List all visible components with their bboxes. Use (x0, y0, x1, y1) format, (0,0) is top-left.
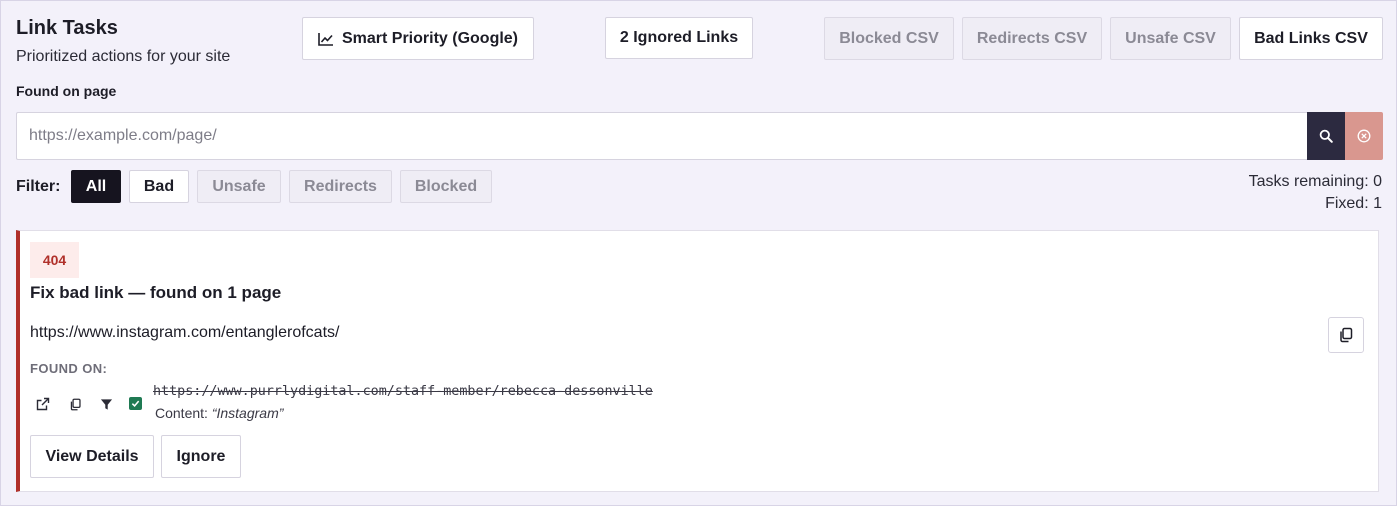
copy-icon (70, 398, 81, 410)
content-label: Content: (155, 405, 208, 421)
copy-page-url-button[interactable] (67, 396, 83, 412)
link-content: Content: “Instagram” (155, 405, 283, 421)
view-details-button[interactable]: View Details (30, 435, 154, 478)
clear-circle-icon (1357, 129, 1371, 143)
filter-unsafe-button[interactable]: Unsafe (197, 170, 281, 203)
found-on-page-url: https://www.purrlydigital.com/staff-memb… (153, 384, 653, 399)
redirects-csv-label: Redirects CSV (976, 29, 1088, 47)
redirects-csv-button[interactable]: Redirects CSV (962, 17, 1102, 60)
found-on-label: FOUND ON: (30, 361, 108, 376)
view-details-label: View Details (45, 447, 139, 465)
filter-blocked-label: Blocked (414, 177, 478, 195)
checkbox-checked-icon (131, 400, 140, 407)
page-title: Link Tasks (16, 17, 118, 39)
blocked-csv-label: Blocked CSV (839, 29, 939, 47)
filter-unsafe-label: Unsafe (212, 177, 266, 195)
search-icon (1319, 129, 1333, 143)
tasks-remaining: Tasks remaining: 0 (1248, 173, 1382, 190)
copy-icon (1340, 327, 1353, 343)
unsafe-csv-button[interactable]: Unsafe CSV (1110, 17, 1231, 60)
status-code-badge: 404 (30, 242, 79, 278)
open-page-button[interactable] (35, 396, 51, 412)
filter-all-label: All (85, 177, 107, 195)
ignore-label: Ignore (176, 447, 226, 465)
page-checkbox[interactable] (129, 397, 142, 410)
found-on-page-label: Found on page (16, 83, 117, 99)
fixed-count: Fixed: 1 (1325, 195, 1382, 212)
unsafe-csv-label: Unsafe CSV (1125, 29, 1216, 47)
filter-bad-label: Bad (143, 177, 175, 195)
broken-link-url: https://www.instagram.com/entanglerofcat… (30, 324, 340, 341)
filter-blocked-button[interactable]: Blocked (400, 170, 492, 203)
found-on-page-input[interactable] (16, 112, 1307, 160)
bad-links-csv-label: Bad Links CSV (1254, 29, 1368, 47)
trend-line-icon (318, 32, 333, 46)
smart-priority-label: Smart Priority (Google) (341, 29, 519, 47)
filter-by-page-button[interactable] (98, 396, 114, 412)
content-text: “Instagram” (211, 405, 284, 421)
filter-label: Filter: (16, 178, 61, 195)
smart-priority-button[interactable]: Smart Priority (Google) (302, 17, 534, 60)
task-stats: Tasks remaining: 0 Fixed: 1 (1249, 171, 1382, 215)
filter-all-button[interactable]: All (71, 170, 121, 203)
filter-icon (100, 398, 112, 410)
ignored-links-label: 2 Ignored Links (619, 29, 739, 46)
task-card: 404 Fix bad link — found on 1 page https… (16, 230, 1379, 492)
ignored-links-button[interactable]: 2 Ignored Links (605, 17, 753, 59)
copy-url-button[interactable] (1328, 317, 1364, 353)
task-title: Fix bad link — found on 1 page (30, 283, 282, 302)
filter-redirects-label: Redirects (304, 177, 377, 195)
blocked-csv-button[interactable]: Blocked CSV (824, 17, 954, 60)
link-tasks-panel: Link Tasks Prioritized actions for your … (0, 0, 1397, 506)
search-button[interactable] (1307, 112, 1345, 160)
filter-redirects-button[interactable]: Redirects (289, 170, 392, 203)
bad-links-csv-button[interactable]: Bad Links CSV (1239, 17, 1383, 60)
external-link-icon (36, 397, 50, 411)
filter-bad-button[interactable]: Bad (129, 170, 189, 203)
page-subtitle: Prioritized actions for your site (16, 48, 231, 65)
clear-search-button[interactable] (1345, 112, 1383, 160)
ignore-button[interactable]: Ignore (161, 435, 241, 478)
